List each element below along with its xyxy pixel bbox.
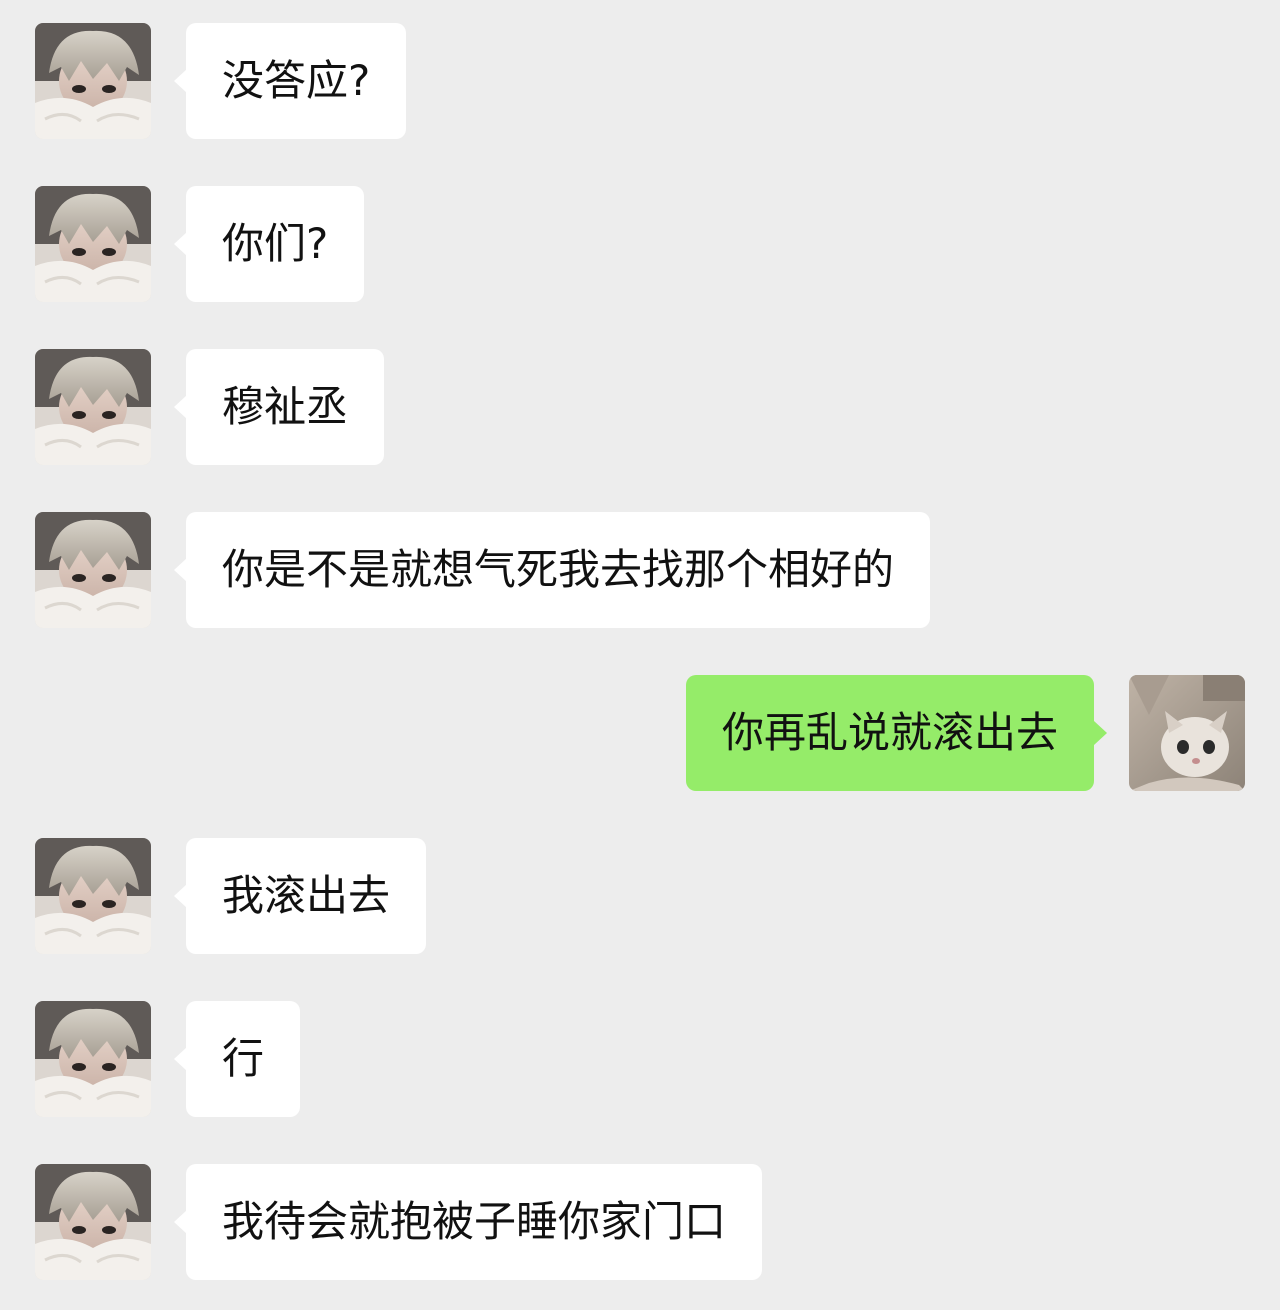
cat-photo-avatar-icon (1129, 675, 1245, 791)
chat-message-incoming: 你们? (0, 186, 1280, 304)
message-bubble[interactable]: 你们? (186, 186, 365, 302)
person-photo-avatar-icon (35, 1001, 151, 1117)
person-photo-avatar-icon (35, 838, 151, 954)
chat-message-incoming: 我滚出去 (0, 838, 1280, 956)
person-photo-avatar-icon (35, 512, 151, 628)
person-photo-avatar-icon (35, 186, 151, 302)
contact-avatar[interactable] (35, 349, 151, 465)
contact-avatar[interactable] (35, 512, 151, 628)
contact-avatar[interactable] (35, 1164, 151, 1280)
message-bubble[interactable]: 我滚出去 (186, 838, 427, 954)
bubble-tail (1094, 721, 1107, 745)
contact-avatar[interactable] (35, 23, 151, 139)
message-bubble[interactable]: 没答应? (186, 23, 407, 139)
message-bubble[interactable]: 你是不是就想气死我去找那个相好的 (186, 512, 931, 628)
self-avatar[interactable] (1129, 675, 1245, 791)
person-photo-avatar-icon (35, 23, 151, 139)
chat-message-incoming: 没答应? (0, 23, 1280, 141)
chat-message-outgoing: 你再乱说就滚出去 (0, 675, 1280, 793)
chat-message-list: 没答应? 你们? 穆祉丞 你是不是就想气死我去找那个相好的 你再乱说就滚出去 我… (0, 0, 1280, 1310)
message-bubble[interactable]: 我待会就抱被子睡你家门口 (186, 1164, 763, 1280)
contact-avatar[interactable] (35, 838, 151, 954)
person-photo-avatar-icon (35, 349, 151, 465)
chat-message-incoming: 你是不是就想气死我去找那个相好的 (0, 512, 1280, 630)
message-bubble[interactable]: 你再乱说就滚出去 (685, 675, 1094, 791)
chat-message-incoming: 行 (0, 1001, 1280, 1119)
person-photo-avatar-icon (35, 1164, 151, 1280)
chat-message-incoming: 穆祉丞 (0, 349, 1280, 467)
contact-avatar[interactable] (35, 186, 151, 302)
contact-avatar[interactable] (35, 1001, 151, 1117)
message-bubble[interactable]: 穆祉丞 (186, 349, 385, 465)
chat-message-incoming: 我待会就抱被子睡你家门口 (0, 1164, 1280, 1282)
message-bubble[interactable]: 行 (186, 1001, 301, 1117)
